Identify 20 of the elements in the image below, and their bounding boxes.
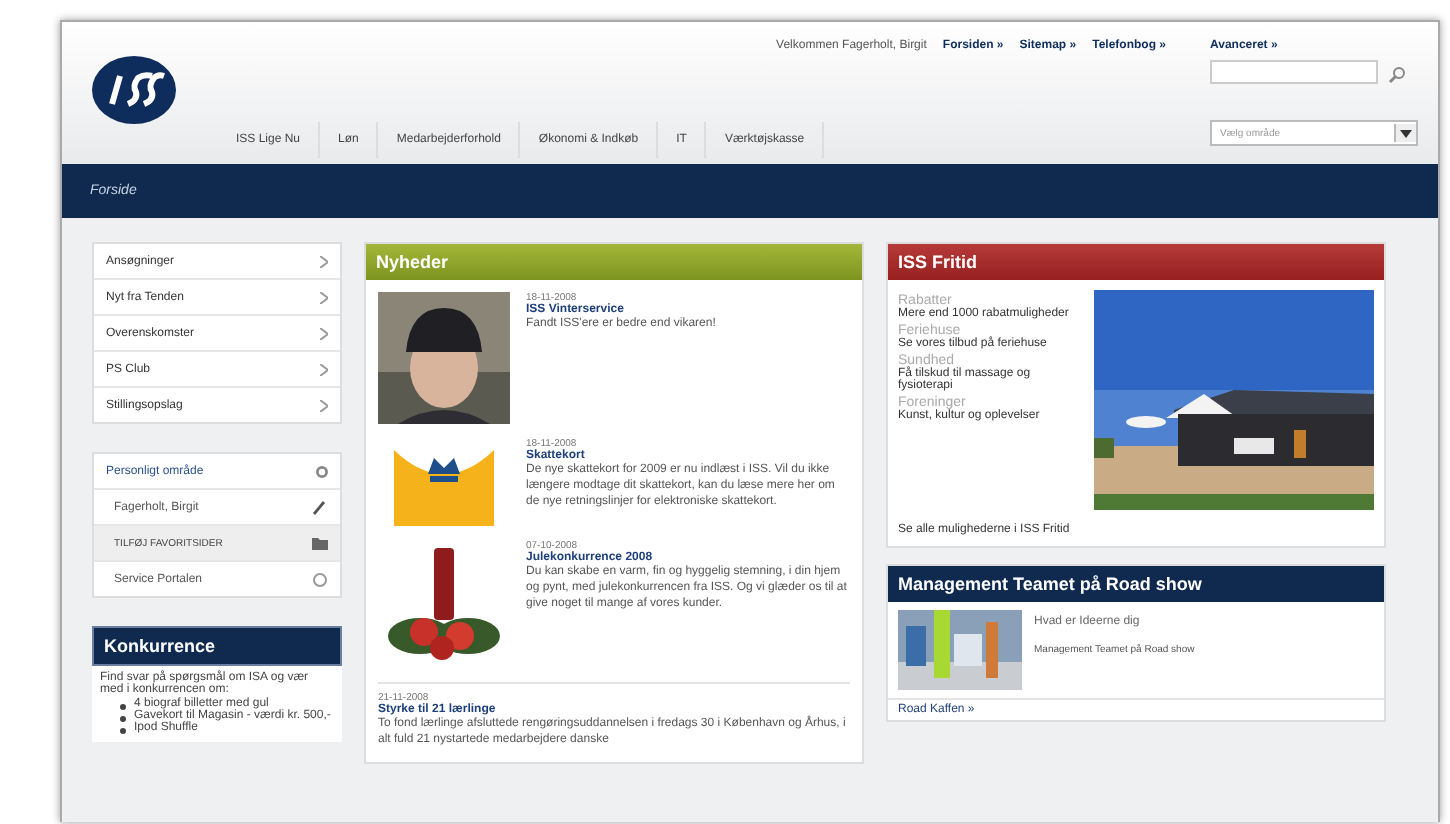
chevron-icon bbox=[320, 327, 328, 339]
chevron-icon bbox=[320, 255, 328, 267]
crown-logo-icon bbox=[394, 438, 494, 526]
bullet-icon bbox=[120, 704, 126, 710]
bullet-icon bbox=[120, 728, 126, 734]
competition-header: Konkurrence bbox=[92, 626, 342, 666]
dropdown-arrow-icon bbox=[1400, 129, 1412, 137]
gear-icon bbox=[316, 465, 328, 477]
fritid-header: ISS Fritid bbox=[888, 244, 1384, 280]
search-field[interactable] bbox=[1210, 60, 1378, 84]
folder-icon bbox=[312, 535, 328, 551]
circle-icon bbox=[312, 571, 328, 587]
logo-icon bbox=[90, 54, 178, 126]
pen-icon bbox=[312, 499, 328, 515]
news-header: Nyheder bbox=[366, 244, 862, 280]
chevron-icon bbox=[320, 363, 328, 375]
chevron-icon bbox=[320, 291, 328, 303]
bullet-icon bbox=[120, 716, 126, 722]
management-header: Management Teamet på Road show bbox=[888, 566, 1384, 602]
chevron-icon bbox=[320, 399, 328, 411]
